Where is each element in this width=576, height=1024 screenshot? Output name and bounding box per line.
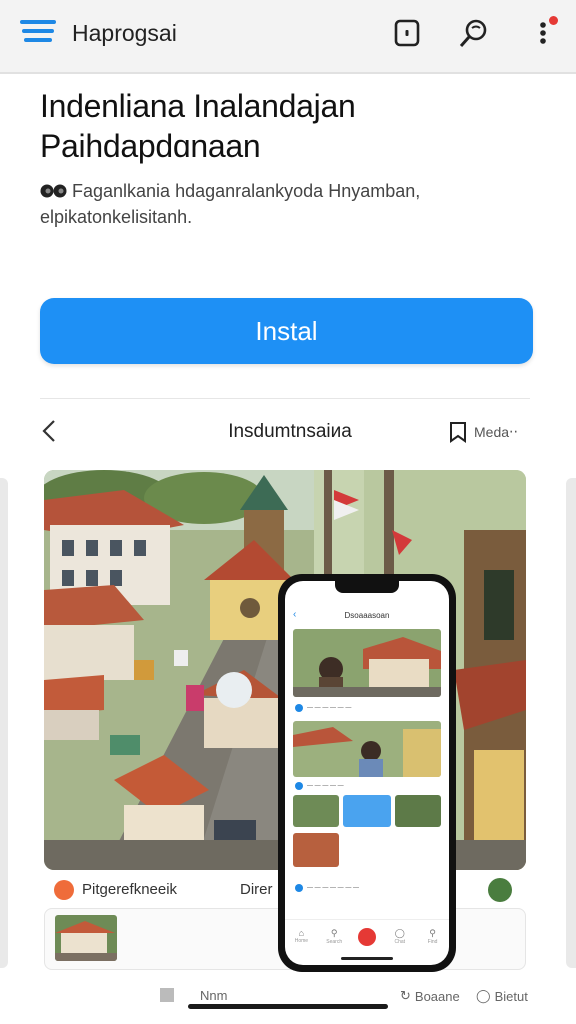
- gallery-title: Inѕdumtnsaiиa: [228, 421, 352, 442]
- back-chevron-icon[interactable]: [38, 418, 62, 444]
- description-text: Faganlkania hdaganralankyoda Hnyamban, e…: [40, 181, 421, 227]
- phone-nav-find-icon: ⚲ Find: [427, 928, 438, 945]
- next-card-peek[interactable]: [566, 478, 576, 968]
- home-indicator: [188, 1004, 388, 1009]
- phone-nav-chat-icon: ◯ Chat: [394, 928, 406, 945]
- bookmark-icon: [450, 422, 466, 443]
- divider: [40, 398, 530, 399]
- eyes-icon: [40, 180, 68, 198]
- phone-list-row: — — — — — — —: [295, 881, 439, 895]
- avatar[interactable]: [488, 878, 512, 902]
- caption-secondary-label: Direr: [240, 881, 273, 898]
- bottom-nav-label-3: Bietut: [494, 988, 528, 1004]
- caption-label: Pitgerefkneeik: [82, 881, 178, 898]
- square-icon: [160, 988, 174, 1002]
- bottom-nav-item-3[interactable]: ◯ Bietut: [476, 988, 528, 1004]
- phone-nav-record-icon: [357, 928, 377, 946]
- app-description: Faganlkania hdaganralankyoda Hnyamban, e…: [40, 178, 540, 230]
- menu-icon[interactable]: [20, 18, 56, 46]
- install-button[interactable]: Instal: [40, 298, 533, 364]
- app-top-bar: Haprogsai: [0, 0, 576, 74]
- phone-mockup: ‹ Dsoaaasoan — — — — — — — — — — — — — —…: [278, 574, 456, 972]
- phone-grid-image: [293, 833, 339, 867]
- share-icon: ↻: [400, 988, 411, 1003]
- tablet-icon[interactable]: [390, 16, 424, 50]
- info-icon: ◯: [476, 988, 491, 1003]
- more-vert-icon[interactable]: [526, 16, 560, 50]
- phone-list-row: — — — — — —: [295, 701, 439, 715]
- headline-line-2: Paihdapdɑnaan: [40, 128, 261, 164]
- bookmark-label: Meda‧‧: [474, 423, 518, 440]
- bookmark-button[interactable]: Meda‧‧: [448, 420, 518, 444]
- previous-card-peek[interactable]: [0, 478, 8, 968]
- app-title: Haprogsai: [72, 20, 177, 46]
- bottom-nav-label-2: Boaane: [414, 988, 460, 1004]
- search-icon[interactable]: [458, 16, 492, 50]
- phone-list-row: — — — — —: [295, 779, 439, 793]
- phone-notch: [335, 581, 399, 593]
- phone-grid-image: [343, 795, 391, 827]
- bottom-nav-label-1[interactable]: Nnm: [200, 988, 227, 1003]
- phone-second-image: [293, 721, 441, 777]
- bottom-nav-item-1[interactable]: [160, 988, 174, 1002]
- phone-screen: ‹ Dsoaaasoan — — — — — — — — — — — — — —…: [285, 581, 449, 965]
- phone-home-indicator: [341, 957, 393, 960]
- phone-grid-image: [395, 795, 441, 827]
- phone-nav-search-icon: ⚲ Search: [326, 928, 343, 945]
- phone-grid-image: [293, 795, 339, 827]
- page-headline: Indenliana Inalandajan Paihdapdɑnaan: [40, 86, 540, 166]
- thumbnail-image[interactable]: [55, 915, 117, 961]
- phone-screen-title: Dsoaaasoan: [344, 611, 390, 620]
- phone-nav-home-icon: ⌂ Home: [294, 928, 309, 944]
- app-small-icon: [54, 880, 74, 900]
- headline-line-1: Indenliana Inalandajan: [40, 88, 356, 124]
- bottom-nav-item-2[interactable]: ↻ Boaane: [400, 988, 460, 1004]
- notification-badge: [549, 16, 558, 25]
- phone-hero-image: [293, 629, 441, 697]
- bottom-nav: Nnm ↻ Boaane ◯ Bietut: [0, 980, 576, 1024]
